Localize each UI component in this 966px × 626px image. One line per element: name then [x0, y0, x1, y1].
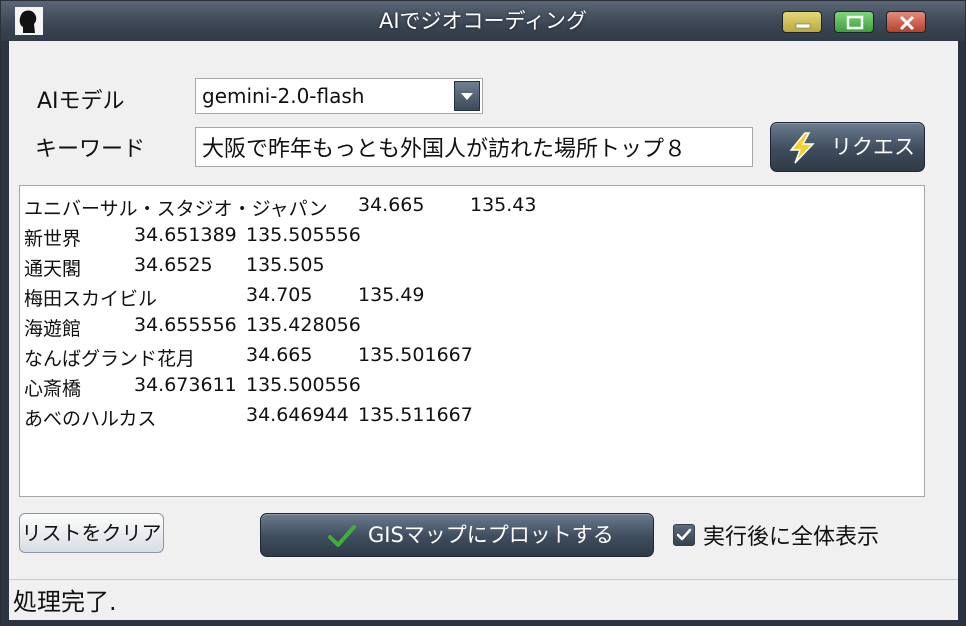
plot-button-label: GISマップにプロットする — [368, 523, 614, 547]
list-item[interactable]: ユニバーサル・スタジオ・ジャパン 34.665 135.43 — [24, 194, 536, 220]
maximize-button[interactable] — [834, 11, 874, 33]
place-name: 新世界 — [24, 228, 82, 250]
place-name: あべのハルカス — [24, 408, 157, 430]
minimize-icon — [795, 23, 811, 29]
place-name: 海遊館 — [24, 318, 82, 340]
place-name: ユニバーサル・スタジオ・ジャパン — [24, 198, 328, 220]
latitude: 34.646944 — [246, 404, 349, 426]
place-name: 梅田スカイビル — [24, 288, 158, 310]
model-select-arrow[interactable] — [454, 81, 480, 111]
list-item[interactable]: 心斎橋 34.673611 135.500556 — [24, 374, 361, 400]
close-button[interactable] — [886, 11, 926, 33]
list-item[interactable]: なんばグランド花月 34.665 135.501667 — [24, 344, 473, 370]
close-icon — [899, 15, 915, 31]
longitude: 135.428056 — [246, 314, 361, 336]
list-item[interactable]: 梅田スカイビル 34.705 135.49 — [24, 284, 424, 310]
maximize-icon — [846, 15, 864, 30]
title-bar[interactable]: AIでジオコーディング — [1, 1, 965, 41]
minimize-button[interactable] — [782, 11, 822, 33]
check-icon — [676, 528, 692, 541]
latitude: 34.6525 — [134, 254, 213, 276]
keyword-input[interactable] — [196, 128, 752, 166]
longitude: 135.500556 — [246, 374, 361, 396]
list-item[interactable]: 新世界 34.651389 135.505556 — [24, 224, 361, 250]
latitude: 34.665 — [358, 194, 425, 216]
longitude: 135.511667 — [358, 404, 473, 426]
chevron-down-icon — [461, 93, 473, 100]
longitude: 135.43 — [470, 194, 537, 216]
model-select[interactable]: gemini-2.0-flash — [195, 78, 483, 114]
latitude: 34.651389 — [134, 224, 237, 246]
lightning-bolt-icon — [789, 132, 815, 164]
latitude: 34.705 — [246, 284, 313, 306]
app-window: AIでジオコーディング AIモデル gemini-2.0-flash キーワード… — [0, 0, 966, 626]
model-label: AIモデル — [37, 89, 125, 114]
results-list[interactable]: ユニバーサル・スタジオ・ジャパン 34.665 135.43 新世界 34.65… — [19, 185, 925, 497]
plot-to-gis-button[interactable]: GISマップにプロットする — [260, 513, 654, 557]
request-button[interactable]: リクエスト — [770, 122, 925, 207]
status-bar: 処理完了. — [9, 579, 958, 620]
clear-list-button[interactable]: リストをクリア — [19, 513, 164, 553]
fit-view-checkbox[interactable] — [673, 524, 695, 546]
place-name: 通天閣 — [24, 258, 82, 280]
request-button-label: リクエスト — [831, 135, 915, 207]
keyword-field-box — [195, 127, 753, 167]
place-name: 心斎橋 — [24, 378, 82, 400]
longitude: 135.49 — [358, 284, 425, 306]
fit-view-label[interactable]: 実行後に全体表示 — [703, 519, 879, 551]
list-item[interactable]: あべのハルカス 34.646944 135.511667 — [24, 404, 473, 430]
client-area: AIモデル gemini-2.0-flash キーワード リクエスト ユニバーサ… — [9, 41, 958, 620]
model-select-value: gemini-2.0-flash — [202, 84, 365, 108]
longitude: 135.501667 — [358, 344, 473, 366]
status-text: 処理完了. — [13, 588, 117, 616]
list-item[interactable]: 通天閣 34.6525 135.505 — [24, 254, 325, 280]
checkmark-icon — [328, 525, 356, 547]
longitude: 135.505 — [246, 254, 325, 276]
keyword-label: キーワード — [35, 137, 146, 162]
list-item[interactable]: 海遊館 34.655556 135.428056 — [24, 314, 361, 340]
latitude: 34.665 — [246, 344, 313, 366]
longitude: 135.505556 — [246, 224, 361, 246]
latitude: 34.655556 — [134, 314, 237, 336]
latitude: 34.673611 — [134, 374, 237, 396]
place-name: なんばグランド花月 — [24, 348, 196, 370]
